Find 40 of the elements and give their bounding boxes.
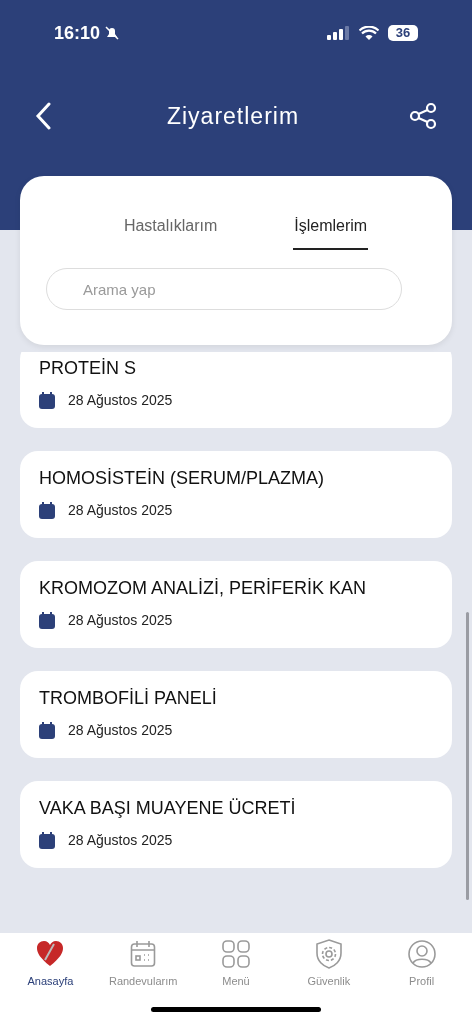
record-card[interactable]: PROTEİN S 28 Ağustos 2025 <box>20 352 452 428</box>
record-card[interactable]: KROMOZOM ANALİZİ, PERİFERİK KAN 28 Ağustos 2025 <box>20 561 452 648</box>
nav-tab[interactable]: Güvenlik <box>288 939 369 990</box>
tab[interactable]: Hastalıklarım <box>123 214 218 250</box>
calendar-icon <box>39 832 55 849</box>
calendar-icon <box>130 940 157 968</box>
heart-icon <box>35 940 66 968</box>
record-card[interactable]: HOMOSİSTEİN (SERUM/PLAZMA) 28 Ağustos 2025 <box>20 451 452 538</box>
signal-icon <box>327 26 349 40</box>
calendar-icon <box>39 612 55 629</box>
grid-icon <box>222 940 250 968</box>
nav-tab[interactable]: Randevularım <box>103 939 184 990</box>
battery-indicator: 36 <box>388 25 418 41</box>
nav-tab[interactable]: Anasayfa <box>10 939 91 990</box>
profile-icon <box>407 940 436 968</box>
calendar-icon <box>39 392 55 409</box>
nav-tab[interactable]: Menü <box>196 939 276 990</box>
record-name: HOMOSİSTEİN (SERUM/PLAZMA) <box>39 468 326 488</box>
record-name: VAKA BAŞI MUAYENE ÜCRETİ <box>39 798 297 818</box>
record-name: TROMBOFİLİ PANELİ <box>39 688 218 708</box>
search-field[interactable]: Arama yap <box>46 268 402 310</box>
share-button[interactable] <box>408 100 438 132</box>
tab[interactable]: İşlemlerim <box>293 214 369 250</box>
muted-bell-icon <box>104 25 121 41</box>
record-date: 28 Ağustos 2025 <box>68 501 173 520</box>
shield-gear-icon <box>314 939 343 969</box>
calendar-icon <box>39 502 55 519</box>
status-time: 16:10 <box>54 21 101 45</box>
record-card[interactable]: TROMBOFİLİ PANELİ 28 Ağustos 2025 <box>20 671 452 758</box>
record-name: PROTEİN S <box>39 358 137 378</box>
record-name: KROMOZOM ANALİZİ, PERİFERİK KAN <box>39 578 368 598</box>
nav-tab[interactable]: Profil <box>381 939 462 990</box>
record-card[interactable]: VAKA BAŞI MUAYENE ÜCRETİ 28 Ağustos 2025 <box>20 781 452 868</box>
wifi-icon <box>359 26 379 40</box>
record-date: 28 Ağustos 2025 <box>68 611 173 630</box>
record-date: 28 Ağustos 2025 <box>68 831 173 850</box>
page-title: Ziyaretlerim <box>166 101 300 131</box>
calendar-icon <box>39 722 55 739</box>
record-date: 28 Ağustos 2025 <box>68 721 173 740</box>
record-date: 28 Ağustos 2025 <box>68 391 173 410</box>
